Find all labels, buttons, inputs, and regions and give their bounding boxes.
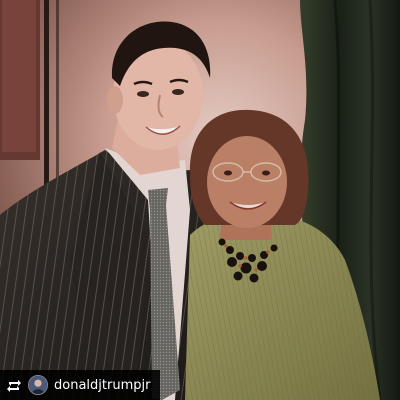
photo-scene (0, 0, 400, 400)
user-avatar[interactable] (28, 375, 48, 395)
repost-credit-bar: donaldjtrumpjr (0, 370, 160, 400)
repost-icon (6, 378, 22, 392)
repost-username[interactable]: donaldjtrumpjr (54, 378, 150, 393)
photo: donaldjtrumpjr (0, 0, 400, 400)
